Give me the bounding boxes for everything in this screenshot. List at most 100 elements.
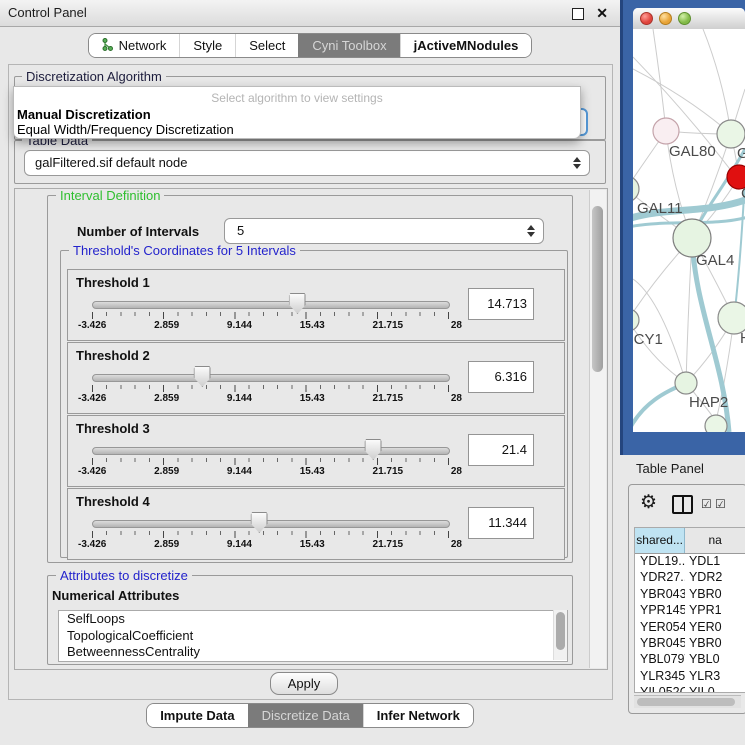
combo-spinner-icon[interactable] [573, 157, 581, 169]
network-canvas[interactable]: GAL80 G C GAL11 GAL4 GCY1 H HAP2 [633, 29, 745, 432]
tab-cyni-toolbox[interactable]: Cyni Toolbox [298, 34, 399, 57]
network-icon [102, 38, 113, 54]
gear-icon[interactable]: ⚙ [640, 491, 657, 514]
tick-label: -3.426 [78, 320, 106, 331]
tick-label: -3.426 [78, 539, 106, 550]
list-scrollbar-thumb[interactable] [556, 612, 565, 650]
algorithm-group-title: Discretization Algorithm [22, 70, 166, 83]
tick-label: 28 [451, 466, 462, 477]
column-header-name[interactable]: na [685, 528, 745, 553]
table-data-combo[interactable]: galFiltered.sif default node [24, 150, 590, 176]
node-label: GCY1 [633, 331, 663, 348]
apply-button[interactable]: Apply [270, 672, 338, 695]
slider-thumb[interactable] [365, 439, 382, 460]
threshold-4-value-field[interactable]: 11.344 [468, 507, 534, 539]
checkbox-icon[interactable]: ☑ [701, 497, 712, 511]
node-label: G [737, 145, 745, 162]
threshold-3-value-field[interactable]: 21.4 [468, 434, 534, 466]
slider-track[interactable] [92, 447, 450, 455]
table-row[interactable]: YBR045C YBR0 [635, 636, 745, 652]
horizontal-scrollbar[interactable] [634, 695, 741, 708]
table-row[interactable]: YLR345W YLR3 [635, 669, 745, 685]
threshold-3-slider[interactable]: -3.4262.8599.14415.4321.71528 [88, 438, 452, 484]
table-row[interactable]: YDL19... YDL1 [635, 554, 745, 570]
minimize-traffic-light[interactable] [659, 12, 672, 25]
numerical-attributes-label: Numerical Attributes [52, 588, 179, 603]
threshold-1-slider[interactable]: -3.4262.8599.14415.4321.71528 [88, 292, 452, 338]
slider-track[interactable] [92, 520, 450, 528]
network-window-titlebar [633, 8, 745, 30]
vertical-scrollbar-thumb[interactable] [592, 206, 603, 372]
tab-select[interactable]: Select [235, 34, 298, 57]
node-label: H [740, 330, 745, 347]
slider-tick-labels: -3.4262.8599.14415.4321.71528 [78, 393, 462, 404]
close-icon[interactable]: ✕ [596, 4, 608, 22]
tab-style[interactable]: Style [179, 34, 235, 57]
horizontal-scrollbar-thumb[interactable] [637, 698, 735, 706]
table-panel-title: Table Panel [636, 461, 704, 476]
dropdown-item-equal-width[interactable]: Equal Width/Frequency Discretization [17, 122, 234, 137]
slider-thumb[interactable] [194, 366, 211, 387]
tick-label: -3.426 [78, 393, 106, 404]
tick-label: -3.426 [78, 466, 106, 477]
vertical-scrollbar[interactable] [589, 190, 606, 668]
numerical-attributes-list[interactable]: SelfLoopsTopologicalCoefficientBetweenne… [58, 610, 568, 662]
node-hap2 [675, 372, 697, 394]
slider-thumb[interactable] [289, 293, 306, 314]
close-traffic-light[interactable] [640, 12, 653, 25]
threshold-2-value-field[interactable]: 6.316 [468, 361, 534, 393]
list-item[interactable]: BetweennessCentrality [59, 644, 567, 661]
threshold-2-slider[interactable]: -3.4262.8599.14415.4321.71528 [88, 365, 452, 411]
table-row[interactable]: YDR27... YDR2 [635, 570, 745, 586]
screen: Control Panel ✕ Network Style Select Cyn… [0, 0, 745, 745]
thresholds-group-title: Threshold's Coordinates for 5 Intervals [69, 244, 300, 257]
spinner-arrows-icon[interactable] [527, 225, 535, 237]
tick-label: 15.43 [300, 466, 325, 477]
node-table: shared... na YDL19... YDL1 YDR27... YDR2 [634, 527, 745, 693]
slider-thumb[interactable] [251, 512, 268, 533]
control-panel-title: Control Panel [8, 0, 87, 26]
tab-jactivemnodules[interactable]: jActiveMNodules [400, 34, 532, 57]
threshold-1-panel: Threshold 1 -3.4262.8599.14415.4321.7152… [67, 269, 565, 341]
number-of-intervals-label: Number of Intervals [77, 224, 199, 239]
attributes-group-title: Attributes to discretize [56, 569, 192, 582]
table-row[interactable]: YER054C YER0 [635, 620, 745, 636]
threshold-3-label: Threshold 3 [76, 421, 150, 436]
tick-label: 2.859 [154, 539, 179, 550]
threshold-1-value-field[interactable]: 14.713 [468, 288, 534, 320]
interval-definition-title: Interval Definition [56, 189, 164, 202]
zoom-traffic-light[interactable] [678, 12, 691, 25]
slider-track[interactable] [92, 374, 450, 382]
tab-network[interactable]: Network [89, 34, 180, 57]
dropdown-item-manual-discretization[interactable]: Manual Discretization [17, 107, 151, 122]
threshold-2-panel: Threshold 2 -3.4262.8599.14415.4321.7152… [67, 342, 565, 414]
tick-label: 15.43 [300, 320, 325, 331]
slider-tick-labels: -3.4262.8599.14415.4321.71528 [78, 539, 462, 550]
control-panel-window: Control Panel ✕ Network Style Select Cyn… [0, 0, 620, 745]
table-row[interactable]: YPR145W YPR1 [635, 603, 745, 619]
slider-ticks [92, 385, 449, 392]
tab-infer-network[interactable]: Infer Network [363, 704, 473, 727]
table-row[interactable]: YIL052C YIL0 [635, 685, 745, 693]
tick-label: 15.43 [300, 539, 325, 550]
number-of-intervals-spinner[interactable]: 5 [224, 218, 544, 244]
thresholds-group: Threshold's Coordinates for 5 Intervals … [60, 250, 568, 558]
column-layout-icon[interactable] [672, 495, 693, 514]
tab-impute-data[interactable]: Impute Data [147, 704, 247, 727]
list-item[interactable]: TopologicalCoefficient [59, 628, 567, 645]
table-row[interactable]: YBL079W YBL0 [635, 652, 745, 668]
tab-discretize-data[interactable]: Discretize Data [248, 704, 363, 727]
threshold-2-label: Threshold 2 [76, 348, 150, 363]
checkbox-icon[interactable]: ☑ [715, 497, 726, 511]
list-scrollbar[interactable] [553, 610, 567, 660]
column-header-shared[interactable]: shared... [635, 528, 685, 553]
list-item[interactable]: SelfLoops [59, 611, 567, 628]
slider-tick-labels: -3.4262.8599.14415.4321.71528 [78, 466, 462, 477]
float-window-icon[interactable] [572, 8, 584, 20]
threshold-4-label: Threshold 4 [76, 494, 150, 509]
slider-track[interactable] [92, 301, 450, 309]
threshold-4-slider[interactable]: -3.4262.8599.14415.4321.71528 [88, 511, 452, 557]
table-row[interactable]: YBR043C YBR0 [635, 587, 745, 603]
tick-label: 9.144 [227, 320, 252, 331]
control-panel-titlebar: Control Panel ✕ [0, 0, 620, 27]
